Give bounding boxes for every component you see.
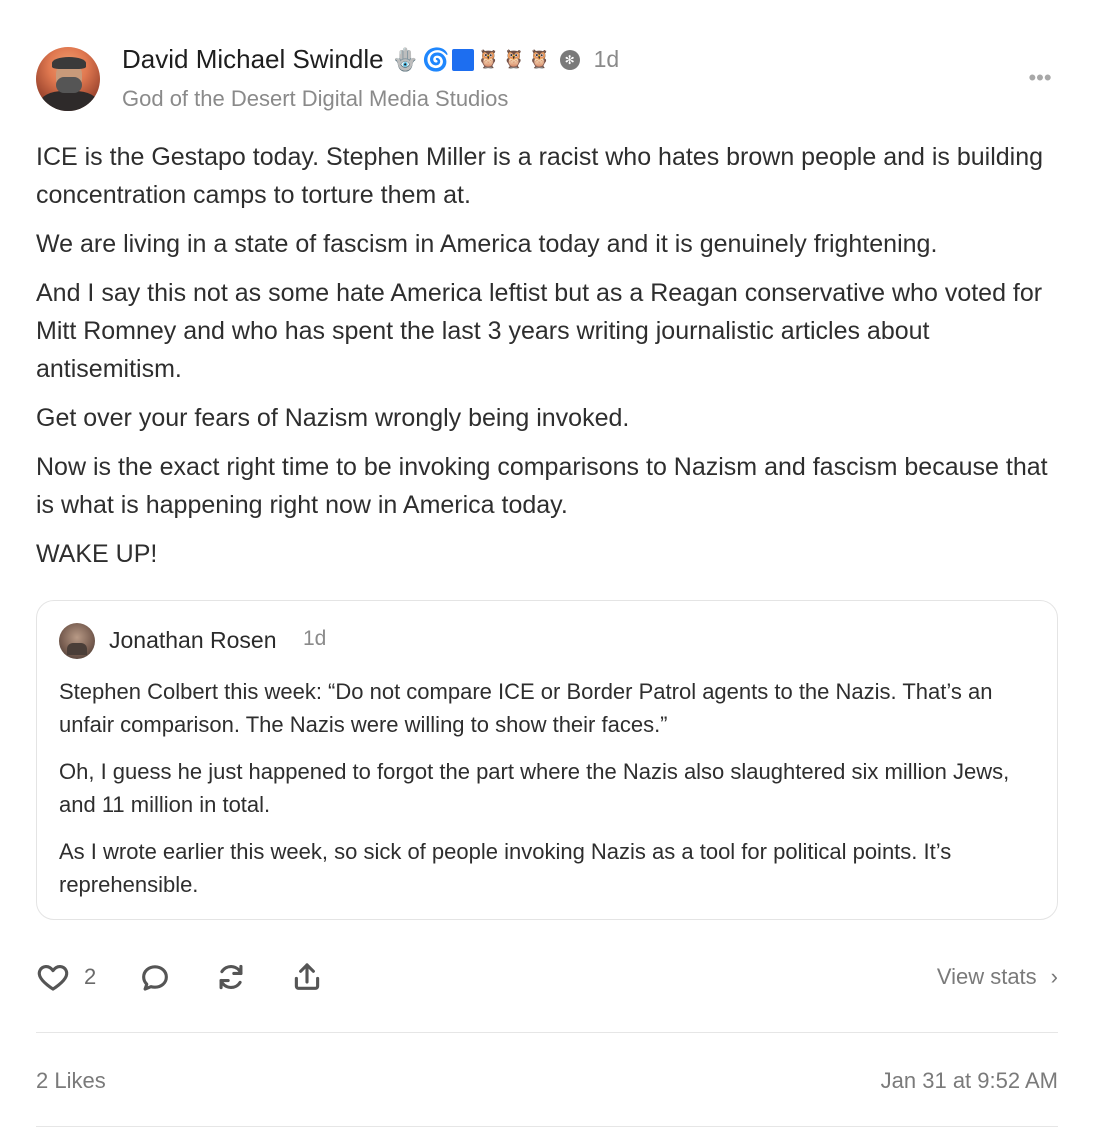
- owl-badge-icon: 🦉: [502, 49, 526, 69]
- author-avatar[interactable]: [36, 47, 100, 111]
- restack-button[interactable]: [214, 956, 248, 998]
- share-upload-icon: [294, 963, 320, 990]
- post-paragraph: We are living in a state of fascism in A…: [36, 230, 938, 258]
- author-line: David Michael Swindle 🪬 🌀 🦉 🦉 🦉 ✻ 1d: [122, 44, 619, 75]
- chevron-right-icon: ›: [1050, 964, 1058, 989]
- quoted-paragraph: As I wrote earlier this week, so sick of…: [59, 839, 952, 897]
- post-paragraph: WAKE UP!: [36, 540, 158, 568]
- author-subtitle[interactable]: God of the Desert Digital Media Studios: [122, 86, 508, 112]
- divider: [36, 1126, 1058, 1127]
- owl-badge-icon: 🦉: [528, 49, 551, 69]
- quoted-author-name[interactable]: Jonathan Rosen: [109, 627, 277, 654]
- owl-badge-icon: 🦉: [477, 49, 500, 69]
- like-count: 2: [84, 964, 97, 989]
- quoted-paragraph: Oh, I guess he just happened to forgot t…: [59, 759, 1010, 817]
- post-paragraph: ICE is the Gestapo today. Stephen Miller…: [36, 143, 1044, 209]
- quoted-post-card[interactable]: Jonathan Rosen 1d Stephen Colbert this w…: [36, 600, 1058, 920]
- heart-icon: [37, 964, 69, 991]
- post-body: ICE is the Gestapo today. Stephen Miller…: [36, 138, 1056, 584]
- likes-summary[interactable]: 2 Likes: [36, 1068, 106, 1094]
- author-name[interactable]: David Michael Swindle: [122, 44, 384, 75]
- comment-bubble-icon: [142, 965, 168, 991]
- quoted-author-avatar[interactable]: [59, 623, 95, 659]
- restack-arrows-icon: [219, 964, 243, 990]
- comment-button[interactable]: [138, 956, 172, 998]
- post-time: 1d: [593, 46, 620, 72]
- author-badges: 🪬 🌀 🦉 🦉 🦉 ✻: [392, 47, 580, 73]
- post-paragraph: Now is the exact right time to be invoki…: [36, 453, 1048, 519]
- post-timestamp: Jan 31 at 9:52 AM: [880, 1068, 1058, 1093]
- post-paragraph: Get over your fears of Nazism wrongly be…: [36, 404, 630, 432]
- share-button[interactable]: [290, 956, 324, 998]
- view-stats-label: View stats: [936, 964, 1037, 989]
- flower-badge-icon: ✻: [559, 49, 580, 70]
- quoted-post-body: Stephen Colbert this week: “Do not compa…: [59, 675, 1039, 915]
- post-paragraph: And I say this not as some hate America …: [36, 279, 1043, 383]
- more-options-icon[interactable]: •••: [1026, 64, 1054, 92]
- divider: [36, 1032, 1058, 1033]
- spiral-badge-icon: 🌀: [421, 46, 450, 72]
- like-button[interactable]: 2: [36, 956, 96, 998]
- blue-square-badge-icon: [452, 48, 475, 71]
- view-stats-link[interactable]: View stats ›: [937, 964, 1058, 990]
- quoted-paragraph: Stephen Colbert this week: “Do not compa…: [59, 679, 993, 737]
- quoted-post-time: 1d: [303, 627, 327, 650]
- action-bar: 2 View stats ›: [36, 956, 1058, 998]
- hamsa-badge-icon: 🪬: [391, 46, 419, 72]
